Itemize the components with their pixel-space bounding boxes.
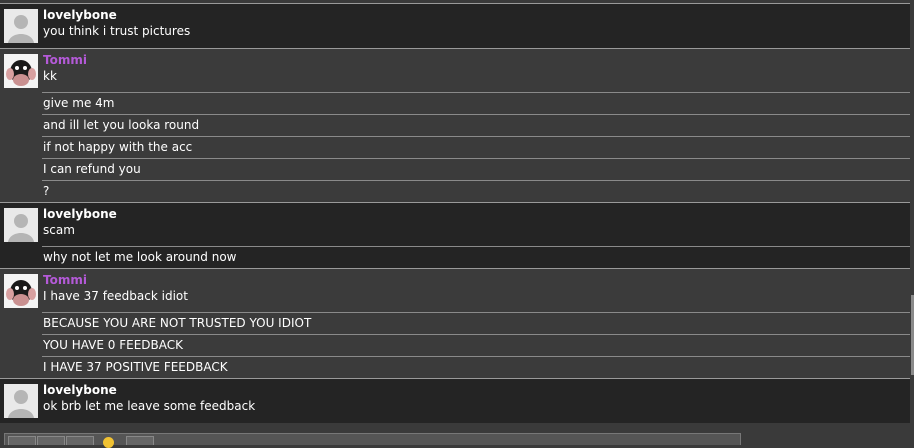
username[interactable]: Tommi: [43, 53, 910, 68]
smiley-icon[interactable]: [103, 437, 114, 448]
message-group: lovelybone you think i trust pictures: [0, 3, 910, 48]
message-header: lovelybone ok brb let me leave some feed…: [42, 379, 910, 422]
message-header: Tommi I have 37 feedback idiot: [42, 269, 910, 312]
message-line: why not let me look around now: [42, 246, 910, 268]
message-header: Tommi kk: [42, 49, 910, 92]
message-line: if not happy with the acc: [42, 136, 910, 158]
chat-log: lovelybone you think i trust pictures To…: [0, 3, 910, 423]
username[interactable]: Tommi: [43, 273, 910, 288]
composer-toolbar: [0, 426, 914, 448]
tommi-avatar-icon[interactable]: [4, 274, 38, 308]
message-group: Tommi I have 37 feedback idiot BECAUSE Y…: [0, 268, 910, 378]
default-avatar-icon[interactable]: [4, 9, 38, 43]
message-group: Tommi kk give me 4m and ill let you look…: [0, 48, 910, 202]
message-group: lovelybone ok brb let me leave some feed…: [0, 378, 910, 423]
message-header: lovelybone scam: [42, 203, 910, 246]
message-text: ok brb let me leave some feedback: [43, 399, 256, 413]
username[interactable]: lovelybone: [43, 8, 910, 23]
tommi-avatar-icon[interactable]: [4, 54, 38, 88]
message-header: lovelybone you think i trust pictures: [42, 4, 910, 47]
message-line: ?: [42, 180, 910, 202]
username[interactable]: lovelybone: [43, 207, 910, 222]
message-line: YOU HAVE 0 FEEDBACK: [42, 334, 910, 356]
message-line: give me 4m: [42, 92, 910, 114]
message-line: I HAVE 37 POSITIVE FEEDBACK: [42, 356, 910, 378]
message-group: lovelybone scam why not let me look arou…: [0, 202, 910, 268]
username[interactable]: lovelybone: [43, 383, 910, 398]
message-line: I can refund you: [42, 158, 910, 180]
message-line: and ill let you looka round: [42, 114, 910, 136]
message-text: I have 37 feedback idiot: [43, 289, 188, 303]
message-text: scam: [43, 223, 75, 237]
message-text: kk: [43, 69, 57, 83]
default-avatar-icon[interactable]: [4, 208, 38, 242]
message-line: BECAUSE YOU ARE NOT TRUSTED YOU IDIOT: [42, 312, 910, 334]
default-avatar-icon[interactable]: [4, 384, 38, 418]
message-text: you think i trust pictures: [43, 24, 191, 38]
composer-input[interactable]: [4, 433, 741, 445]
